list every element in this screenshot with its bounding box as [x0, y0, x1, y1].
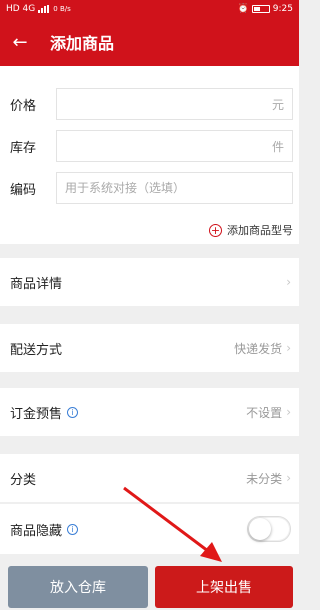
stock-label: 库存: [10, 140, 37, 156]
battery-level: 19: [255, 5, 265, 13]
product-detail-item[interactable]: 商品详情 ›: [0, 258, 299, 306]
toggle-knob: [249, 518, 271, 540]
deposit-label: 订金预售: [10, 406, 63, 422]
price-input[interactable]: [65, 97, 272, 111]
code-field[interactable]: [56, 172, 293, 204]
plus-circle-icon: +: [209, 223, 222, 237]
chevron-right-icon: ›: [286, 471, 291, 485]
status-bar: HD 4G 0 B/s ⏰ 19 9:25: [0, 0, 299, 18]
signal-icon: [38, 5, 50, 13]
deposit-value: 不设置: [246, 405, 283, 420]
product-hidden-item: 商品隐藏 i: [0, 504, 299, 554]
price-label: 价格: [10, 98, 37, 114]
stock-unit: 件: [271, 139, 284, 154]
chevron-right-icon: ›: [286, 341, 291, 355]
code-input[interactable]: [65, 181, 284, 195]
alarm-icon: ⏰: [237, 4, 249, 14]
delivery-value: 快递发货: [234, 341, 283, 356]
list-for-sale-button[interactable]: 上架出售: [155, 566, 293, 608]
add-model-label: 添加商品型号: [227, 224, 293, 237]
category-value: 未分类: [246, 471, 283, 486]
price-field[interactable]: 元: [56, 88, 293, 120]
price-row: 价格 元: [0, 86, 299, 122]
category-item[interactable]: 分类 未分类 ›: [0, 454, 299, 502]
delivery-method-item[interactable]: 配送方式 快递发货 ›: [0, 324, 299, 372]
page-title: 添加商品: [50, 34, 115, 53]
add-model-button[interactable]: + 添加商品型号: [209, 222, 293, 238]
stock-input[interactable]: [65, 139, 272, 153]
hidden-label: 商品隐藏: [10, 523, 63, 539]
back-arrow-icon[interactable]: ←: [0, 18, 40, 66]
store-warehouse-button[interactable]: 放入仓库: [8, 566, 148, 608]
price-unit: 元: [271, 97, 284, 112]
delivery-label: 配送方式: [10, 342, 63, 358]
code-label: 编码: [10, 182, 37, 198]
info-icon[interactable]: i: [67, 523, 79, 535]
stock-row: 库存 件: [0, 128, 299, 164]
stock-field[interactable]: 件: [56, 130, 293, 162]
clock: 9:25: [272, 4, 293, 14]
detail-label: 商品详情: [10, 276, 63, 292]
battery-icon: 19: [251, 5, 270, 13]
net-speed: 0 B/s: [53, 5, 71, 13]
chevron-right-icon: ›: [286, 405, 291, 419]
code-row: 编码: [0, 170, 299, 206]
carrier-text: HD 4G: [6, 4, 36, 14]
category-label: 分类: [10, 472, 37, 488]
info-icon[interactable]: i: [67, 406, 79, 418]
app-header: ← 添加商品: [0, 18, 299, 66]
deposit-presale-item[interactable]: 订金预售 i 不设置 ›: [0, 388, 299, 436]
chevron-right-icon: ›: [286, 275, 291, 289]
hidden-toggle[interactable]: [247, 516, 291, 542]
product-form: 价格 元 库存 件 编码 + 添加商品型号: [0, 66, 299, 244]
